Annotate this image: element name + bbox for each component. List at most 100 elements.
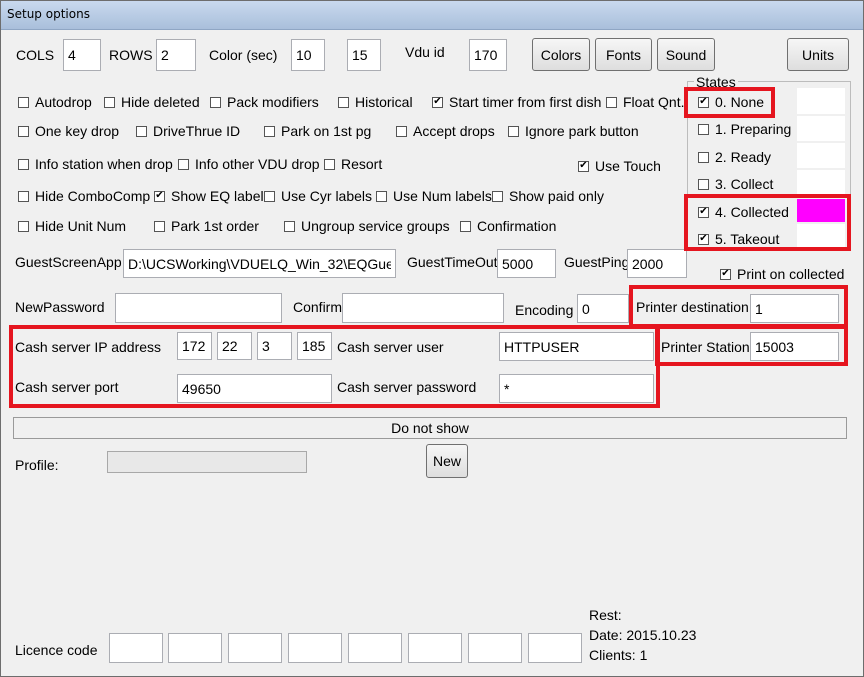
encoding-input[interactable] — [577, 294, 629, 323]
drivethru-id-checkbox[interactable]: DriveThrue ID — [136, 123, 240, 139]
ungroup-service-groups-checkbox[interactable]: Ungroup service groups — [284, 218, 450, 234]
float-qnt-checkbox[interactable]: Float Qnt. — [606, 94, 684, 110]
start-timer-checkbox[interactable]: ✔ Start timer from first dish — [432, 94, 601, 110]
state-collected-checkbox[interactable]: ✔ 4. Collected — [698, 204, 789, 220]
state-collect-color[interactable] — [797, 170, 845, 195]
printer-station-input[interactable] — [750, 332, 839, 361]
show-paid-only-checkbox[interactable]: Show paid only — [492, 188, 604, 204]
state-preparing-checkbox[interactable]: 1. Preparing — [698, 121, 791, 137]
cash-ip-octet-2[interactable] — [217, 332, 252, 360]
guest-timeout-label: GuestTimeOut — [407, 254, 498, 270]
rows-input[interactable] — [156, 39, 196, 71]
printer-destination-input[interactable] — [750, 294, 839, 323]
cash-server-password-input[interactable] — [499, 374, 654, 403]
state-takeout-color[interactable] — [797, 224, 845, 248]
checkbox-box — [136, 125, 147, 137]
guest-timeout-input[interactable] — [497, 249, 556, 278]
confirm-password-label: Confirm — [293, 299, 343, 315]
checkbox-box — [460, 220, 471, 232]
checkbox-box — [698, 123, 709, 135]
checkbox-box — [18, 158, 29, 170]
autodrop-checkbox[interactable]: Autodrop — [18, 94, 92, 110]
printer-station-label: Printer Station — [661, 339, 750, 355]
licence-code-field-6[interactable] — [408, 633, 462, 663]
checkbox-box — [376, 190, 387, 202]
color-sec-label: Color (sec) — [209, 47, 278, 63]
do-not-show-bar[interactable]: Do not show — [13, 417, 847, 439]
checkmark-icon: ✔ — [698, 96, 709, 108]
checkmark-icon: ✔ — [432, 96, 443, 108]
guest-ping-input[interactable] — [627, 249, 687, 278]
checkbox-box — [264, 125, 275, 137]
info-station-checkbox[interactable]: Info station when drop — [18, 156, 173, 172]
show-eq-label-checkbox[interactable]: ✔ Show EQ label — [154, 188, 264, 204]
setup-window: Setup options COLS ROWS Color (sec) Vdu … — [0, 0, 864, 677]
hide-deleted-checkbox[interactable]: Hide deleted — [104, 94, 200, 110]
resort-checkbox[interactable]: Resort — [324, 156, 382, 172]
licence-code-field-4[interactable] — [288, 633, 342, 663]
use-cyr-labels-checkbox[interactable]: Use Cyr labels — [264, 188, 372, 204]
cash-ip-octet-1[interactable] — [177, 332, 212, 360]
checkmark-icon: ✔ — [720, 268, 731, 280]
title-bar: Setup options — [1, 1, 863, 30]
cash-server-password-label: Cash server password — [337, 379, 477, 395]
use-num-labels-checkbox[interactable]: Use Num labels — [376, 188, 492, 204]
state-ready-color[interactable] — [797, 143, 845, 168]
one-key-drop-checkbox[interactable]: One key drop — [18, 123, 119, 139]
state-collect-checkbox[interactable]: 3. Collect — [698, 176, 773, 192]
park-1st-order-checkbox[interactable]: Park 1st order — [154, 218, 259, 234]
vdu-id-input[interactable] — [469, 39, 507, 71]
units-button[interactable]: Units — [787, 38, 849, 71]
licence-code-field-8[interactable] — [528, 633, 582, 663]
park-1st-pg-checkbox[interactable]: Park on 1st pg — [264, 123, 371, 139]
state-none-checkbox[interactable]: ✔ 0. None — [698, 94, 764, 110]
checkmark-icon: ✔ — [698, 206, 709, 218]
colors-button[interactable]: Colors — [532, 38, 590, 71]
new-password-input[interactable] — [115, 293, 282, 323]
state-preparing-color[interactable] — [797, 116, 845, 141]
state-collected-color[interactable] — [797, 199, 845, 222]
window-title: Setup options — [7, 7, 90, 21]
cash-server-port-input[interactable] — [177, 374, 332, 403]
historical-checkbox[interactable]: Historical — [338, 94, 413, 110]
info-other-vdu-checkbox[interactable]: Info other VDU drop — [178, 156, 320, 172]
checkbox-box — [104, 96, 115, 108]
hide-combocomp-checkbox[interactable]: Hide ComboComp — [18, 188, 150, 204]
checkbox-box — [698, 178, 709, 190]
licence-code-field-1[interactable] — [109, 633, 163, 663]
licence-code-field-2[interactable] — [168, 633, 222, 663]
guest-screen-app-input[interactable] — [123, 249, 396, 278]
print-on-collected-checkbox[interactable]: ✔ Print on collected — [720, 266, 844, 282]
checkbox-box — [492, 190, 503, 202]
cash-server-user-label: Cash server user — [337, 339, 444, 355]
sound-button[interactable]: Sound — [657, 38, 715, 71]
profile-select[interactable] — [107, 451, 307, 473]
use-touch-checkbox[interactable]: ✔ Use Touch — [578, 158, 661, 174]
cash-ip-octet-3[interactable] — [257, 332, 292, 360]
cash-ip-octet-4[interactable] — [297, 332, 332, 360]
new-profile-button[interactable]: New — [426, 444, 468, 478]
cash-server-user-input[interactable] — [499, 332, 654, 361]
state-ready-checkbox[interactable]: 2. Ready — [698, 149, 771, 165]
fonts-button[interactable]: Fonts — [595, 38, 652, 71]
color-sec-input-1[interactable] — [291, 39, 325, 71]
color-sec-input-2[interactable] — [347, 39, 381, 71]
licence-code-field-7[interactable] — [468, 633, 522, 663]
licence-code-field-5[interactable] — [348, 633, 402, 663]
cols-input[interactable] — [63, 39, 101, 71]
state-none-color[interactable] — [797, 88, 845, 114]
profile-label: Profile: — [15, 457, 59, 473]
checkbox-box — [18, 190, 29, 202]
checkbox-box — [324, 158, 335, 170]
confirmation-checkbox[interactable]: Confirmation — [460, 218, 556, 234]
licence-code-field-3[interactable] — [228, 633, 282, 663]
pack-modifiers-checkbox[interactable]: Pack modifiers — [210, 94, 319, 110]
accept-drops-checkbox[interactable]: Accept drops — [396, 123, 495, 139]
hide-unit-num-checkbox[interactable]: Hide Unit Num — [18, 218, 126, 234]
rows-label: ROWS — [109, 47, 153, 63]
checkbox-box — [606, 96, 617, 108]
confirm-password-input[interactable] — [342, 293, 504, 323]
ignore-park-checkbox[interactable]: Ignore park button — [508, 123, 639, 139]
state-takeout-checkbox[interactable]: ✔ 5. Takeout — [698, 231, 779, 247]
date-text: Date: 2015.10.23 — [589, 627, 697, 643]
